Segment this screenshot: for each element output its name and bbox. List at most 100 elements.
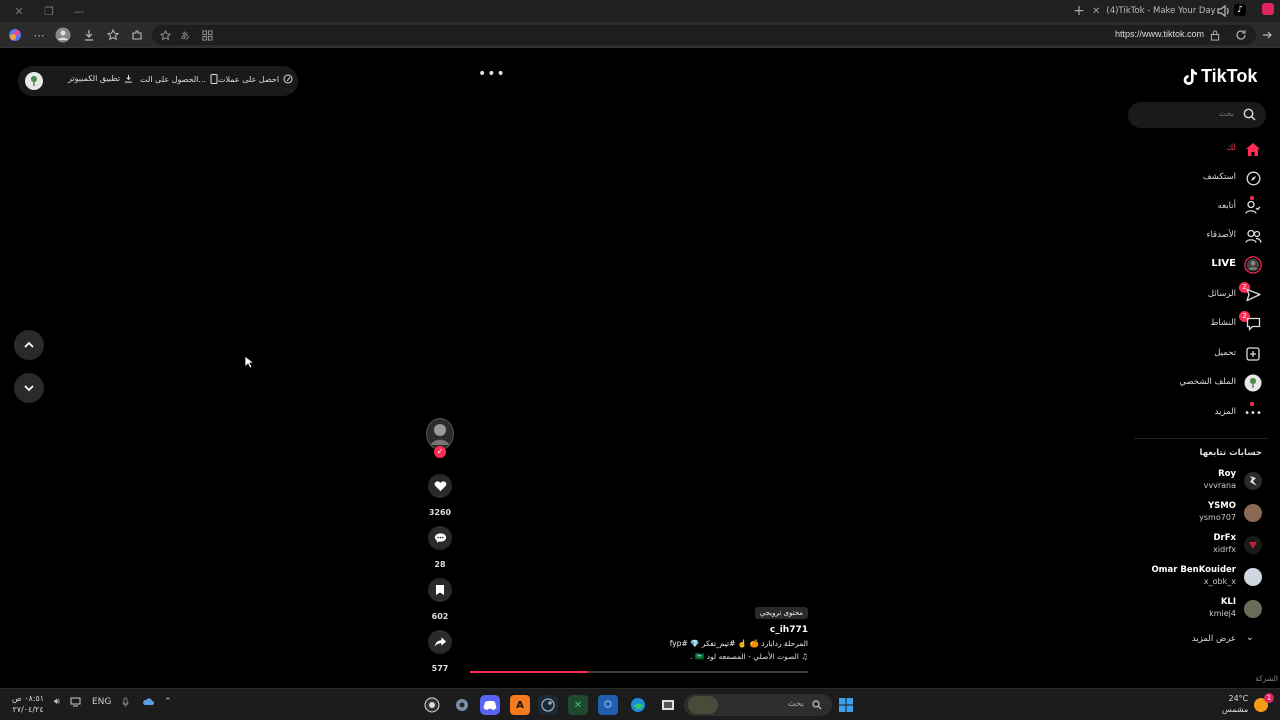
following-account[interactable]: DrFx xidrfx bbox=[1134, 532, 1268, 560]
sidebar-item-upload[interactable]: تحميل bbox=[1134, 343, 1268, 365]
follow-check-icon[interactable]: ✓ bbox=[434, 446, 446, 458]
previous-video-button[interactable] bbox=[14, 330, 44, 360]
following-account[interactable]: KLI kmiej4 bbox=[1134, 596, 1268, 624]
onedrive-icon[interactable] bbox=[142, 697, 154, 710]
following-account[interactable]: YSMO ysmo707 bbox=[1134, 500, 1268, 528]
taskbar-app-files[interactable] bbox=[658, 695, 678, 715]
video-progress-fill bbox=[470, 671, 589, 673]
forward-arrow-icon[interactable] bbox=[1258, 26, 1276, 44]
sidebar-item-activity[interactable]: النشاط 2 bbox=[1134, 311, 1268, 335]
video-music[interactable]: ♫ الصوت الأصلي - المصمعه لود 🇸🇦 . bbox=[640, 652, 808, 661]
translate-icon[interactable]: あ bbox=[176, 26, 194, 44]
video-progress-bar[interactable] bbox=[470, 671, 808, 673]
sidebar-divider bbox=[1134, 438, 1268, 439]
sidebar-item-label: الملف الشخصي bbox=[1179, 377, 1236, 387]
close-window-icon[interactable]: ✕ bbox=[6, 0, 32, 22]
address-bar[interactable]: あ https://www.tiktok.com bbox=[152, 25, 1256, 45]
following-accounts-title: حسابات تتابعها bbox=[1199, 448, 1263, 458]
sidebar-item-for-you[interactable]: لك bbox=[1134, 138, 1268, 160]
notification-icon[interactable] bbox=[1262, 3, 1274, 15]
search-icon bbox=[812, 700, 822, 710]
sidebar-item-messages[interactable]: الرسائل 2 bbox=[1134, 282, 1268, 306]
minimize-window-icon[interactable]: — bbox=[66, 0, 92, 22]
sidebar-item-friends[interactable]: الأصدقاء bbox=[1134, 225, 1268, 247]
menu-dots-icon[interactable]: ⋯ bbox=[30, 26, 48, 44]
taskbar-app-artix[interactable]: A bbox=[510, 695, 530, 715]
network-icon[interactable] bbox=[70, 697, 81, 710]
chevron-up-icon[interactable]: ⌃ bbox=[164, 697, 172, 707]
browser-toolbar: ⋯ あ https://www.tiktok.com bbox=[0, 22, 1280, 48]
get-app-button[interactable]: الحصول على الت... bbox=[140, 74, 218, 84]
next-video-button[interactable] bbox=[14, 373, 44, 403]
tiktok-note-icon bbox=[1183, 68, 1197, 85]
chevron-down-icon: ⌄ bbox=[1245, 632, 1254, 643]
account-handle: kmiej4 bbox=[1209, 609, 1236, 618]
coin-icon bbox=[283, 74, 293, 84]
sidebar-item-following[interactable]: أتابعه bbox=[1134, 196, 1268, 218]
downloads-icon[interactable] bbox=[80, 26, 98, 44]
following-account[interactable]: Roy vvvrana bbox=[1134, 468, 1268, 496]
microphone-icon[interactable] bbox=[122, 697, 129, 711]
volume-icon[interactable]: 🔊︎ bbox=[54, 697, 60, 707]
see-more-button[interactable]: عرض المزيد ⌄ bbox=[1134, 632, 1268, 648]
favorite-star-icon[interactable] bbox=[156, 26, 174, 44]
download-icon bbox=[125, 74, 133, 83]
refresh-icon[interactable] bbox=[1232, 26, 1250, 44]
lock-icon[interactable] bbox=[1206, 26, 1224, 44]
taskbar-app-xbox[interactable]: ✕ bbox=[568, 695, 588, 715]
like-button[interactable] bbox=[428, 474, 452, 498]
account-avatar bbox=[1244, 536, 1262, 554]
taskbar-app-obs[interactable] bbox=[422, 695, 442, 715]
sidebar-item-live[interactable]: LIVE bbox=[1134, 254, 1268, 276]
taskbar-app-discord[interactable] bbox=[480, 695, 500, 715]
account-name: KLI bbox=[1220, 597, 1236, 607]
favorites-icon[interactable] bbox=[104, 26, 122, 44]
search-icon[interactable] bbox=[1243, 108, 1256, 121]
account-handle: x_obk_x bbox=[1203, 577, 1236, 586]
taskbar-app-editor[interactable]: ⬡ bbox=[598, 695, 618, 715]
sidebar-item-more[interactable]: المزيد ••• bbox=[1134, 402, 1268, 424]
account-handle: ysmo707 bbox=[1199, 513, 1236, 522]
speaker-icon[interactable] bbox=[1216, 3, 1230, 19]
sidebar-item-profile[interactable]: الملف الشخصي bbox=[1134, 372, 1268, 394]
tiktok-wordmark: TikTok bbox=[1201, 66, 1258, 86]
sidebar-item-label: المزيد bbox=[1214, 407, 1236, 417]
upload-icon bbox=[1244, 345, 1262, 363]
app-available-icon[interactable] bbox=[198, 26, 216, 44]
user-avatar[interactable] bbox=[25, 72, 43, 90]
copilot-icon[interactable] bbox=[6, 26, 24, 44]
tiktok-logo[interactable]: TikTok bbox=[1182, 66, 1257, 87]
taskbar-app-settings[interactable] bbox=[452, 695, 472, 715]
video-username[interactable]: c_ih771 bbox=[640, 625, 808, 635]
sidebar-item-label: أتابعه bbox=[1217, 201, 1236, 211]
video-description[interactable]: المرحلة ردابارد 🍊 ☝️ #تيم_تفكر 💎 #fyp bbox=[640, 639, 808, 648]
more-options-icon[interactable]: ••• bbox=[478, 66, 506, 82]
taskbar-search-input[interactable]: بحث bbox=[684, 694, 832, 716]
sidebar-item-explore[interactable]: استكشف bbox=[1134, 167, 1268, 189]
share-button[interactable] bbox=[428, 630, 452, 654]
taskbar-app-edge[interactable] bbox=[628, 695, 648, 715]
following-account[interactable]: Omar BenKouider x_obk_x bbox=[1134, 564, 1268, 592]
company-link[interactable]: الشركة bbox=[1255, 674, 1278, 683]
restore-window-icon[interactable]: ❐ bbox=[36, 0, 62, 22]
account-avatar bbox=[1244, 600, 1262, 618]
windows-start-icon[interactable] bbox=[836, 695, 856, 715]
new-tab-button[interactable]: + bbox=[1070, 0, 1088, 22]
taskbar-app-steam[interactable] bbox=[538, 695, 558, 715]
account-name: Omar BenKouider bbox=[1151, 565, 1236, 575]
get-coins-button[interactable]: احصل على عملات bbox=[218, 74, 293, 84]
weather-widget[interactable]: 24°C مشمس bbox=[1222, 693, 1248, 715]
search-input[interactable]: بحث bbox=[1128, 102, 1266, 128]
language-indicator[interactable]: ENG bbox=[92, 697, 111, 707]
profile-avatar-icon[interactable] bbox=[54, 26, 72, 44]
extensions-icon[interactable] bbox=[128, 26, 146, 44]
shares-count: 577 bbox=[431, 664, 449, 673]
comment-button[interactable] bbox=[428, 526, 452, 550]
desktop-app-button[interactable]: تطبيق الكمبيوتر bbox=[68, 74, 133, 83]
clock[interactable]: ٠٨:٥١ ص ٢٧/٠٤/٢٤ bbox=[12, 693, 44, 715]
account-handle: vvvrana bbox=[1203, 481, 1236, 490]
close-tab-icon[interactable]: ✕ bbox=[1092, 6, 1100, 17]
promoted-tag: محتوى ترويجي bbox=[754, 607, 808, 619]
get-app-label: الحصول على الت... bbox=[140, 74, 207, 84]
save-button[interactable] bbox=[428, 578, 452, 602]
